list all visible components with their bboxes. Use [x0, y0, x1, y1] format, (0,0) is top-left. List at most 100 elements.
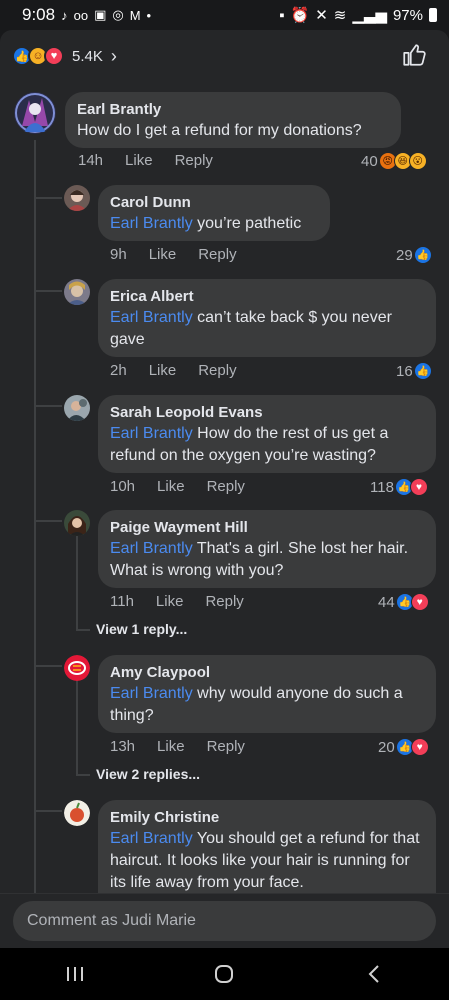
mention-link[interactable]: Earl Brantly [110, 425, 193, 442]
reaction-count: 5.4K [72, 47, 103, 65]
comment-text: Earl Brantly you’re pathetic [110, 213, 318, 235]
comment-actions: 9h Like Reply [110, 246, 259, 263]
battery-percent: 97% [392, 6, 423, 24]
avatar-image-icon [64, 279, 90, 305]
mention-link[interactable]: Earl Brantly [110, 215, 193, 232]
comment-time: 9h [110, 246, 127, 263]
comments-panel: 👍 ☺ ♥ 5.4K › Earl Brantly How do I get a… [0, 30, 449, 948]
like-button[interactable]: Like [157, 478, 185, 495]
avatar[interactable] [64, 279, 90, 305]
reply-button[interactable]: Reply [175, 152, 213, 169]
commenter-name[interactable]: Paige Wayment Hill [110, 518, 424, 538]
comment-bubble[interactable]: Carol Dunn Earl Brantly you’re pathetic [98, 185, 330, 241]
love-reaction-icon: ♥ [410, 738, 429, 756]
signal-icon: ▁▃▅ [352, 7, 387, 24]
comment-reactions[interactable]: 29 👍 [396, 246, 432, 264]
alarm-icon: ⏰ [290, 7, 310, 24]
comment-text: How do I get a refund for my donations? [77, 122, 362, 139]
mention-link[interactable]: Earl Brantly [110, 540, 193, 557]
comment-bubble[interactable]: Paige Wayment Hill Earl Brantly That's a… [98, 510, 436, 588]
chevron-right-icon: › [110, 45, 117, 66]
like-reaction-icon: 👍 [413, 362, 432, 380]
comment-text: Earl Brantly How do the rest of us get a… [110, 423, 424, 467]
comment-reactions[interactable]: 118 👍 ♥ [370, 478, 428, 496]
comment-bubble[interactable]: Earl Brantly How do I get a refund for m… [65, 92, 401, 148]
chiefs-logo-avatar-icon [64, 655, 90, 681]
avatar[interactable] [64, 510, 90, 536]
avatar[interactable] [64, 800, 90, 826]
commenter-name[interactable]: Carol Dunn [110, 193, 318, 213]
like-button[interactable]: Like [125, 152, 153, 169]
comment-composer [0, 893, 449, 948]
reaction-summary[interactable]: 👍 ☺ ♥ 5.4K › [12, 44, 117, 68]
comment-input[interactable] [13, 901, 436, 941]
thread-line-branch [34, 665, 62, 667]
love-reaction-icon: ♥ [44, 46, 64, 66]
recent-apps-button[interactable] [45, 954, 105, 994]
love-reaction-icon: ♥ [409, 478, 428, 496]
reaction-count: 118 [370, 478, 394, 496]
reply-button[interactable]: Reply [198, 246, 236, 263]
reply-button[interactable]: Reply [198, 362, 236, 379]
thread-line-branch [34, 520, 62, 522]
avatar-image-icon [64, 800, 90, 826]
like-button[interactable]: Like [149, 246, 177, 263]
home-button[interactable] [194, 954, 254, 994]
comment-reactions[interactable]: 16 👍 [396, 362, 432, 380]
tiktok-icon: ♪ [61, 7, 68, 23]
mention-link[interactable]: Earl Brantly [110, 685, 193, 702]
comment-body: you’re pathetic [192, 215, 302, 232]
comment-actions: 11h Like Reply [110, 593, 266, 610]
reply-button[interactable]: Reply [207, 738, 245, 755]
comment-actions: 10h Like Reply [110, 478, 267, 495]
comment-bubble[interactable]: Erica Albert Earl Brantly can’t take bac… [98, 279, 436, 357]
commenter-name[interactable]: Amy Claypool [110, 663, 424, 683]
view-replies-link[interactable]: View 1 reply... [96, 621, 187, 637]
like-button-icon[interactable] [401, 42, 427, 68]
avatar-image-icon [14, 92, 56, 134]
comment-reactions[interactable]: 20 👍 ♥ [378, 738, 429, 756]
comment-bubble[interactable]: Amy Claypool Earl Brantly why would anyo… [98, 655, 436, 733]
avatar[interactable] [64, 395, 90, 421]
back-icon [368, 965, 379, 983]
reaction-count: 16 [396, 362, 413, 380]
instagram-icon: ◎ [112, 7, 124, 22]
reaction-count: 29 [396, 246, 413, 264]
comment-text: Earl Brantly That's a girl. She lost her… [110, 538, 424, 582]
commenter-name[interactable]: Sarah Leopold Evans [110, 403, 424, 423]
recent-apps-icon [66, 967, 83, 981]
thread-line-main [34, 140, 36, 948]
like-button[interactable]: Like [157, 738, 185, 755]
avatar-image-icon [64, 395, 90, 421]
more-notifications-icon: • [146, 7, 152, 23]
view-replies-link[interactable]: View 2 replies... [96, 766, 200, 782]
reply-button[interactable]: Reply [205, 593, 243, 610]
mention-link[interactable]: Earl Brantly [110, 830, 193, 847]
like-button[interactable]: Like [149, 362, 177, 379]
commenter-name[interactable]: Emily Christine [110, 808, 424, 828]
comment-time: 10h [110, 478, 136, 495]
comment-reactions[interactable]: 40 😡 😆 😮 [361, 152, 427, 170]
thread-line-branch [34, 197, 62, 199]
avatar[interactable] [64, 185, 90, 211]
gmail-icon: M [129, 7, 141, 23]
reply-button[interactable]: Reply [207, 478, 245, 495]
comment-actions: 2h Like Reply [110, 362, 259, 379]
status-bar: 9:08 ♪ oo ▣ ◎ M • ▪ ⏰ ✕ ≋ ▁▃▅ 97% [0, 0, 449, 30]
comment-reactions[interactable]: 44 👍 ♥ [378, 593, 429, 611]
commenter-name[interactable]: Earl Brantly [77, 100, 389, 120]
comment-bubble[interactable]: Sarah Leopold Evans Earl Brantly How do … [98, 395, 436, 473]
like-button[interactable]: Like [156, 593, 184, 610]
avatar-image-icon [64, 510, 90, 536]
comment-time: 13h [110, 738, 136, 755]
back-button[interactable] [344, 954, 404, 994]
battery-icon [429, 8, 437, 22]
like-reaction-icon: 👍 [413, 246, 432, 264]
commenter-name[interactable]: Erica Albert [110, 287, 424, 307]
avatar[interactable] [64, 655, 90, 681]
avatar[interactable] [14, 92, 56, 134]
comment-time: 2h [110, 362, 127, 379]
comment-text: Earl Brantly can’t take back $ you never… [110, 307, 424, 351]
mention-link[interactable]: Earl Brantly [110, 309, 193, 326]
reply-line [76, 680, 78, 776]
